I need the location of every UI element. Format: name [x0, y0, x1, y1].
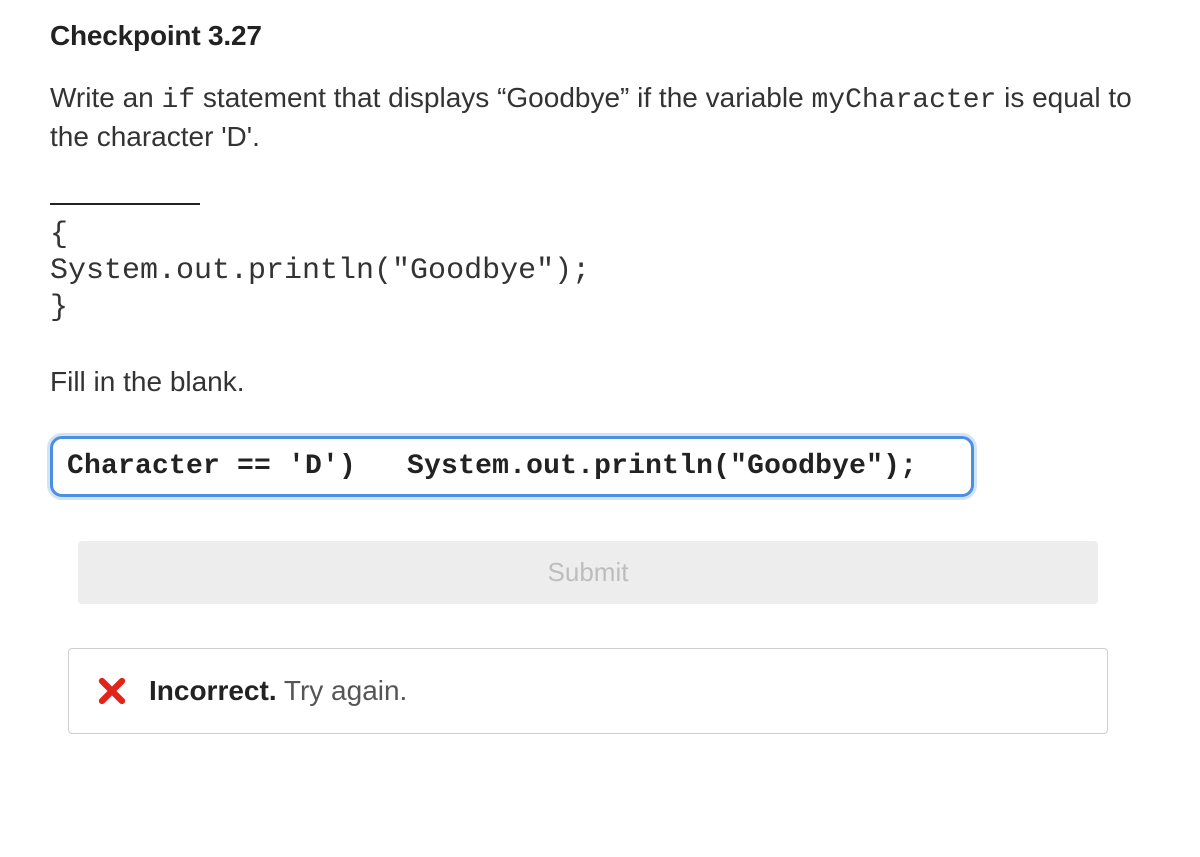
answer-input[interactable]	[50, 436, 974, 497]
prompt-code-mycharacter: myCharacter	[811, 85, 996, 116]
checkpoint-heading: Checkpoint 3.27	[50, 20, 1150, 52]
fill-in-label: Fill in the blank.	[50, 366, 1150, 398]
submit-button[interactable]: Submit	[78, 541, 1098, 604]
fill-blank-line	[50, 203, 200, 205]
feedback-rest: Try again.	[277, 675, 408, 706]
question-prompt: Write an if statement that displays “Goo…	[50, 80, 1150, 155]
feedback-strong: Incorrect.	[149, 675, 277, 706]
feedback-box: Incorrect. Try again.	[68, 648, 1108, 734]
prompt-text-1: Write an	[50, 82, 162, 113]
incorrect-x-icon	[97, 676, 127, 706]
code-context-block: { System.out.println("Goodbye"); }	[50, 203, 1150, 327]
prompt-text-2: statement that displays “Goodbye” if the…	[195, 82, 811, 113]
code-line-2: System.out.println("Goodbye");	[50, 253, 1150, 290]
prompt-code-if: if	[162, 85, 196, 116]
feedback-text: Incorrect. Try again.	[149, 675, 407, 707]
code-line-1: {	[50, 217, 1150, 254]
code-line-3: }	[50, 290, 1150, 327]
